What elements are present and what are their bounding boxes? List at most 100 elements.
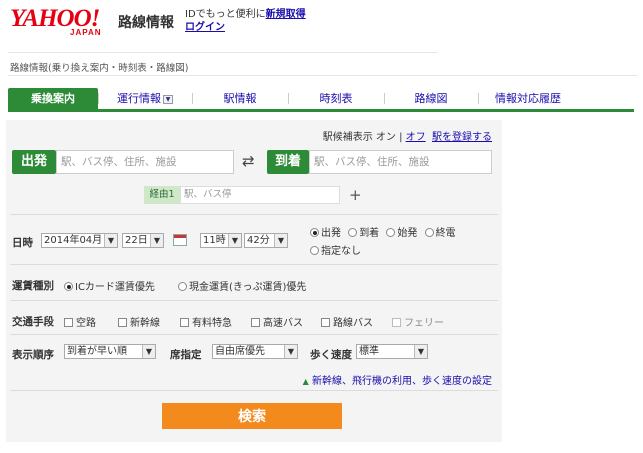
fare-label: 運賃種別 <box>12 280 54 292</box>
breadcrumb-divider <box>8 75 638 76</box>
id-note-text: IDでもっと便利に <box>185 9 266 20</box>
minute-select[interactable]: 42分 ▼ <box>244 233 288 248</box>
year-month-select[interactable]: 2014年04月 ▼ <box>41 233 118 248</box>
radio-icon[interactable] <box>348 228 358 237</box>
add-via-icon[interactable]: + <box>349 186 362 204</box>
walk-value: 標準 <box>359 346 379 357</box>
checkbox-icon[interactable] <box>251 318 260 327</box>
radio-icon[interactable] <box>386 228 396 237</box>
transport-air[interactable]: 空路 <box>64 314 96 329</box>
chevron-down-icon: ▼ <box>414 345 427 358</box>
logo-main: YAHOO! <box>10 5 100 32</box>
radio-icon[interactable] <box>64 282 73 291</box>
transport-route-bus-label: 路線バス <box>333 318 373 329</box>
id-note: IDでもっと便利に新規取得 ログイン <box>185 8 306 34</box>
divider <box>10 300 498 301</box>
seat-value: 自由席優先 <box>215 346 265 357</box>
time-option-arrival-label: 到着 <box>359 228 380 239</box>
minute-value: 42分 <box>247 235 270 246</box>
hour-select[interactable]: 11時 ▼ <box>200 233 242 248</box>
order-label: 表示順序 <box>12 349 54 361</box>
radio-icon[interactable] <box>310 246 319 255</box>
chevron-down-icon: ▼ <box>284 345 297 358</box>
advanced-settings-label: 新幹線、飛行機の利用、歩く速度の設定 <box>312 376 492 387</box>
time-option-none-label: 指定なし <box>321 246 361 257</box>
time-option-departure-label: 出発 <box>321 228 341 239</box>
chevron-down-icon: ▼ <box>142 345 155 358</box>
time-option-departure[interactable]: 出発 <box>310 228 341 239</box>
from-input[interactable]: 駅、バス停、住所、施設 <box>56 150 234 174</box>
year-month-value: 2014年04月 <box>44 235 103 246</box>
transport-route-bus[interactable]: 路線バス <box>321 314 373 329</box>
transport-highway-bus[interactable]: 高速バス <box>251 314 303 329</box>
breadcrumb: 路線情報(乗り換え案内・時刻表・路線図) <box>10 63 189 74</box>
advanced-settings-link[interactable]: ▲ 新幹線、飛行機の利用、歩く速度の設定 <box>303 372 492 387</box>
fare-option-ic-label: ICカード運賃優先 <box>75 282 155 293</box>
day-select[interactable]: 22日 ▼ <box>122 233 164 248</box>
checkbox-icon[interactable] <box>392 318 401 327</box>
via-input[interactable]: 駅、バス停 <box>180 186 340 204</box>
transport-label: 交通手段 <box>12 316 54 328</box>
date-label: 日時 <box>12 237 33 249</box>
radio-icon[interactable] <box>310 228 319 237</box>
checkbox-icon[interactable] <box>118 318 127 327</box>
logo-sub: JAPAN <box>70 28 102 37</box>
register-station-link[interactable]: 駅を登録する <box>432 132 492 143</box>
checkbox-icon[interactable] <box>180 318 189 327</box>
transport-shinkansen-label: 新幹線 <box>130 318 160 329</box>
yahoo-logo[interactable]: YAHOO! JAPAN <box>10 5 114 37</box>
tab-info-history[interactable]: 情報対応履歴 <box>478 88 578 109</box>
station-hint-off[interactable]: オフ <box>406 132 426 143</box>
calendar-icon[interactable] <box>173 234 187 246</box>
tab-timetable[interactable]: 時刻表 <box>288 88 384 109</box>
time-type-options: 出発 到着 始発 終電 <box>310 224 456 239</box>
tab-service-info[interactable]: 運行情報 ▼ <box>98 88 192 109</box>
station-hint-label: 駅候補表示 <box>322 132 373 143</box>
transport-air-label: 空路 <box>76 318 96 329</box>
tab-route-map[interactable]: 路線図 <box>384 88 478 109</box>
tab-transfer[interactable]: 乗換案内 <box>8 88 98 109</box>
time-option-first-label: 始発 <box>397 228 418 239</box>
seat-select[interactable]: 自由席優先 ▼ <box>212 344 298 359</box>
to-input[interactable]: 駅、バス停、住所、施設 <box>309 150 492 174</box>
checkbox-icon[interactable] <box>321 318 330 327</box>
fare-option-cash-label: 現金運賃(きっぷ運賃)優先 <box>189 282 307 293</box>
via-label: 経由1 <box>144 186 180 204</box>
tab-station-info[interactable]: 駅情報 <box>192 88 288 109</box>
hour-value: 11時 <box>203 235 226 246</box>
fare-option-ic[interactable]: ICカード運賃優先 <box>64 278 155 293</box>
radio-icon[interactable] <box>178 282 187 291</box>
seat-label: 席指定 <box>170 349 202 361</box>
time-option-last[interactable]: 終電 <box>424 228 456 239</box>
transport-ferry[interactable]: フェリー <box>392 314 444 329</box>
chevron-down-icon: ▼ <box>228 234 241 247</box>
time-option-arrival[interactable]: 到着 <box>348 228 379 239</box>
swap-icon[interactable]: ⇄ <box>242 152 255 170</box>
walk-select[interactable]: 標準 ▼ <box>356 344 428 359</box>
search-button[interactable]: 検索 <box>162 403 342 429</box>
register-link[interactable]: 新規取得 <box>266 9 306 20</box>
triangle-up-icon: ▲ <box>302 377 309 386</box>
time-option-none[interactable]: 指定なし <box>310 242 361 257</box>
transport-express-label: 有料特急 <box>192 318 232 329</box>
order-select[interactable]: 到着が早い順 ▼ <box>64 344 156 359</box>
radio-icon[interactable] <box>424 228 434 237</box>
transport-express[interactable]: 有料特急 <box>180 314 232 329</box>
time-option-last-label: 終電 <box>435 228 456 239</box>
dropdown-arrow-icon[interactable]: ▼ <box>163 94 173 104</box>
transport-ferry-label: フェリー <box>404 318 444 329</box>
divider <box>10 264 498 265</box>
login-link[interactable]: ログイン <box>185 22 225 33</box>
time-option-first[interactable]: 始発 <box>386 228 417 239</box>
walk-label: 歩く速度 <box>310 349 352 361</box>
nav-tabs: 乗換案内 運行情報 ▼ 駅情報 時刻表 路線図 情報対応履歴 <box>8 88 634 112</box>
chevron-down-icon: ▼ <box>150 234 163 247</box>
station-hint-on: オン <box>375 132 396 143</box>
checkbox-icon[interactable] <box>64 318 73 327</box>
search-form: 駅候補表示 オン | オフ 駅を登録する 出発 駅、バス停、住所、施設 ⇄ 到着… <box>6 120 502 442</box>
divider <box>10 390 498 391</box>
to-label: 到着 <box>267 150 309 174</box>
transport-shinkansen[interactable]: 新幹線 <box>118 314 160 329</box>
fare-option-cash[interactable]: 現金運賃(きっぷ運賃)優先 <box>178 278 306 293</box>
service-name[interactable]: 路線情報 <box>118 12 174 32</box>
